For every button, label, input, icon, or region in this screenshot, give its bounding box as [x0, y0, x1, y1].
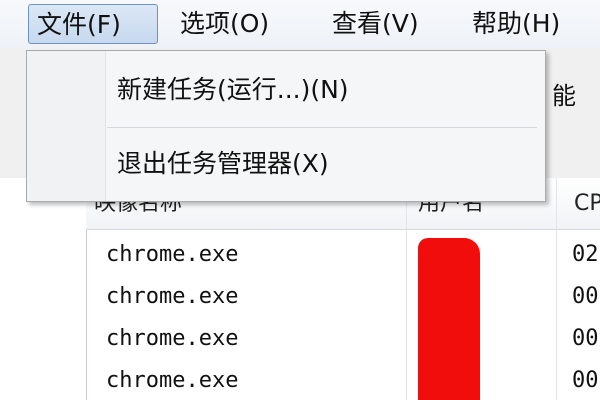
process-name: chrome.exe — [106, 326, 239, 351]
menu-item-new-task[interactable]: 新建任务(运行...)(N) — [117, 65, 349, 115]
tab-performance-partial[interactable]: 能 — [552, 76, 576, 111]
process-cpu: 00 — [572, 368, 599, 393]
file-dropdown-menu: 新建任务(运行...)(N) 退出任务管理器(X) — [26, 50, 546, 202]
process-name: chrome.exe — [106, 368, 239, 393]
menu-view[interactable]: 查看(V) — [324, 4, 427, 44]
menu-file[interactable]: 文件(F) — [28, 4, 158, 44]
menu-separator — [107, 127, 537, 128]
task-manager-window: 文件(F) 选项(O) 查看(V) 帮助(H) 能 映像名称 用户名 CPU c… — [0, 0, 600, 400]
table-row[interactable]: chrome.exe 00 — [86, 320, 600, 362]
process-cpu: 00 — [572, 284, 599, 309]
menu-icon-gutter — [27, 51, 106, 201]
table-row[interactable]: chrome.exe 00 — [86, 278, 600, 320]
menu-bar: 文件(F) 选项(O) 查看(V) 帮助(H) — [0, 0, 600, 49]
menu-help[interactable]: 帮助(H) — [464, 4, 568, 44]
column-header-cpu[interactable]: CPU — [556, 178, 600, 230]
table-row[interactable]: chrome.exe 02 — [86, 236, 600, 278]
column-header-label: CPU — [574, 191, 600, 216]
menu-item-exit-task-manager[interactable]: 退出任务管理器(X) — [117, 139, 329, 189]
redaction-mark — [418, 238, 480, 400]
table-row[interactable]: chrome.exe 00 — [86, 362, 600, 400]
process-cpu: 02 — [572, 242, 599, 267]
process-name: chrome.exe — [106, 284, 239, 309]
process-name: chrome.exe — [106, 242, 239, 267]
process-cpu: 00 — [572, 326, 599, 351]
menu-options[interactable]: 选项(O) — [172, 4, 277, 44]
